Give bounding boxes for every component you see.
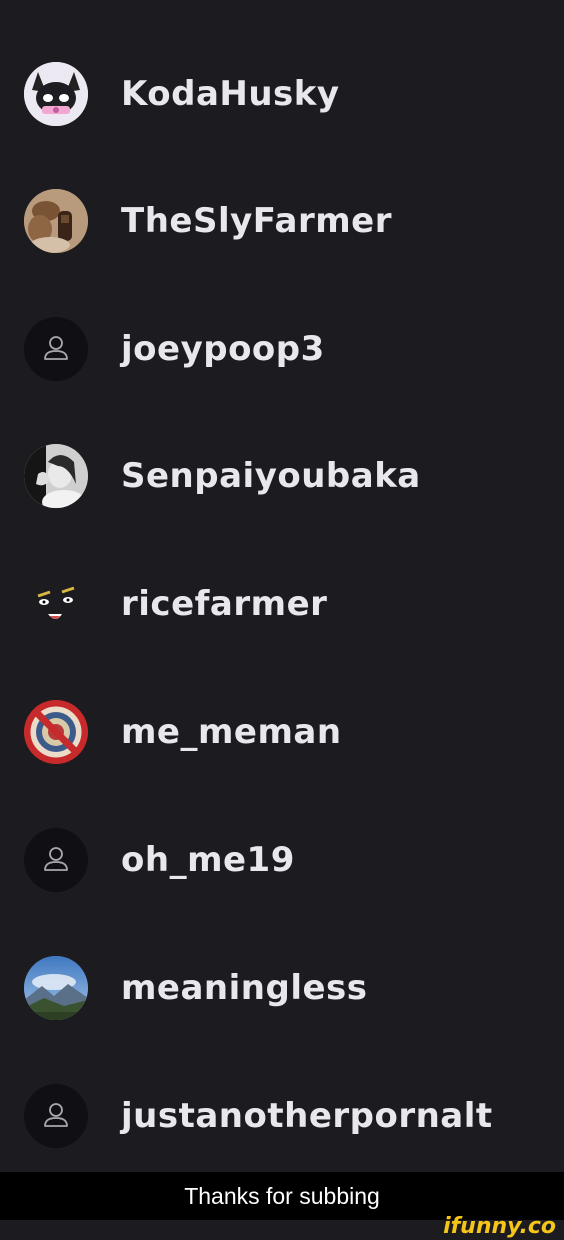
caption-text: Thanks for subbing [184, 1182, 380, 1209]
list-item[interactable]: KodaHusky [0, 49, 564, 139]
avatar[interactable] [24, 317, 88, 381]
list-item[interactable]: joeypoop3 [0, 304, 564, 394]
username[interactable]: justanotherpornalt [121, 1096, 493, 1136]
username[interactable]: meaningless [121, 968, 368, 1008]
username[interactable]: KodaHusky [121, 74, 340, 114]
list-item[interactable]: justanotherpornalt [0, 1071, 564, 1161]
avatar[interactable] [24, 572, 88, 636]
avatar[interactable] [24, 828, 88, 892]
username[interactable]: oh_me19 [121, 840, 295, 880]
no-symbol-seal-avatar-image [24, 700, 88, 764]
avatar[interactable] [24, 1084, 88, 1148]
dog-photo-avatar-image [24, 189, 88, 253]
avatar[interactable] [24, 956, 88, 1020]
list-item[interactable]: meaningless [0, 943, 564, 1033]
caption-bar: Thanks for subbing [0, 1172, 564, 1220]
list-item[interactable]: ricefarmer [0, 559, 564, 649]
default-user-icon [44, 847, 68, 871]
bw-portrait-avatar-image [24, 444, 88, 508]
list-item[interactable]: oh_me19 [0, 815, 564, 905]
list-item[interactable]: Senpaiyoubaka [0, 431, 564, 521]
username[interactable]: joeypoop3 [121, 329, 325, 369]
default-user-icon [44, 336, 68, 360]
avatar[interactable] [24, 700, 88, 764]
list-item[interactable]: me_meman [0, 687, 564, 777]
username[interactable]: ricefarmer [121, 584, 327, 624]
avatar[interactable] [24, 62, 88, 126]
username[interactable]: TheSlyFarmer [121, 201, 392, 241]
username[interactable]: Senpaiyoubaka [121, 456, 421, 496]
avatar[interactable] [24, 444, 88, 508]
default-user-icon [44, 1103, 68, 1127]
anime-face-avatar-image [24, 572, 88, 636]
mountain-landscape-avatar-image [24, 956, 88, 1020]
husky-avatar-image [24, 62, 88, 126]
avatar[interactable] [24, 189, 88, 253]
list-item[interactable]: TheSlyFarmer [0, 176, 564, 266]
ifunny-watermark: ifunny.co [443, 1214, 556, 1239]
username[interactable]: me_meman [121, 712, 342, 752]
subscriber-list: KodaHusky TheSlyFarmer joeypoop3 Senpaiy… [0, 0, 564, 1172]
